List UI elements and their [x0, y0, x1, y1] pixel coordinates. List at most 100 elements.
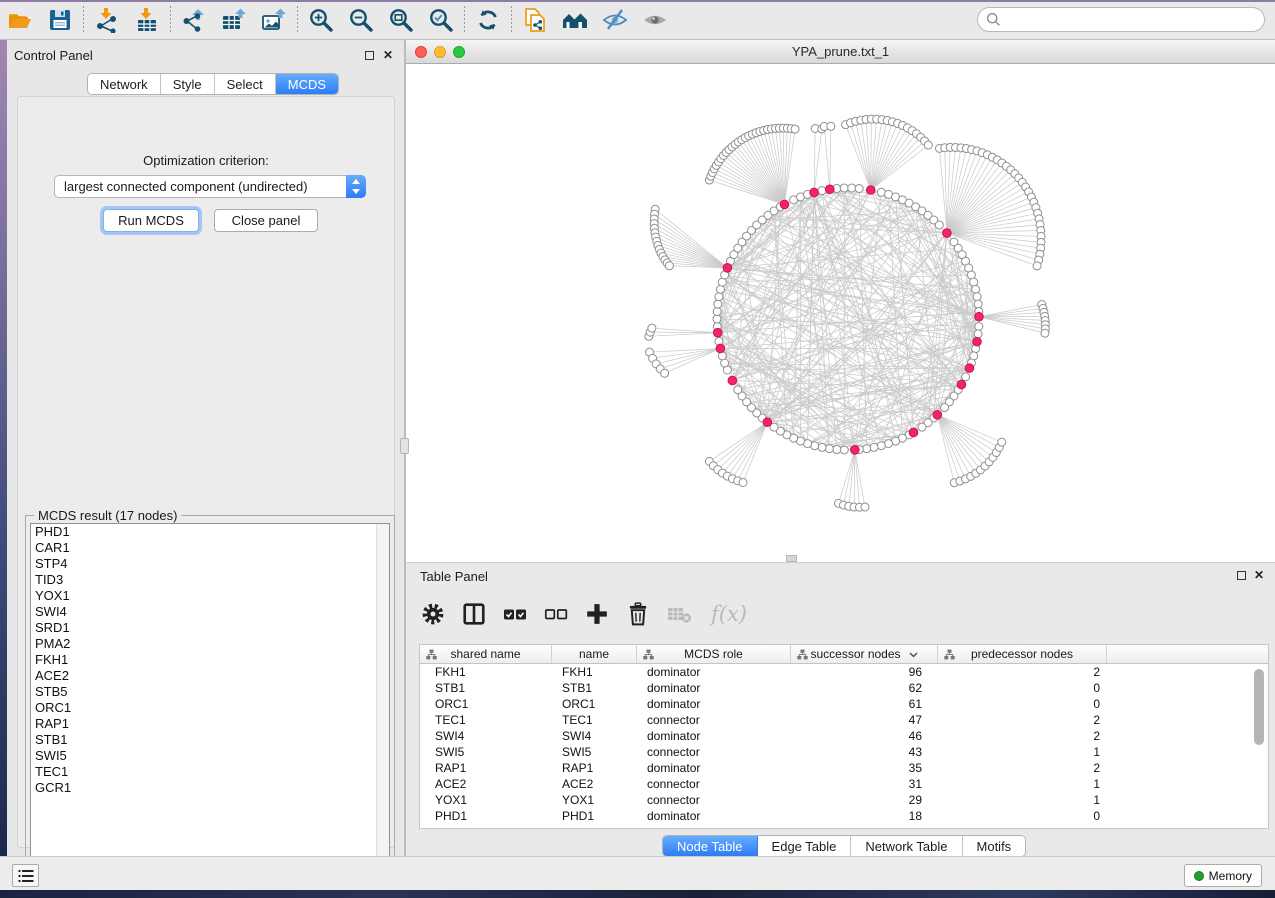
zoom-out-icon[interactable]	[341, 3, 381, 37]
table-cell[interactable]: SWI4	[420, 729, 552, 743]
tab-network[interactable]: Network	[88, 74, 161, 94]
table-cell[interactable]: STB1	[420, 681, 552, 695]
select-all-icon[interactable]	[502, 601, 528, 627]
criterion-select[interactable]: largest connected component (undirected)	[54, 175, 366, 198]
table-cell[interactable]: dominator	[637, 761, 791, 775]
column-header-name[interactable]: name	[552, 645, 637, 663]
mcds-result-item[interactable]: STB5	[31, 684, 389, 700]
tab-mcds[interactable]: MCDS	[276, 74, 338, 94]
gear-icon[interactable]	[420, 601, 446, 627]
table-cell[interactable]: ORC1	[420, 697, 552, 711]
tab-edge-table[interactable]: Edge Table	[758, 836, 852, 856]
first-neighbors-icon[interactable]	[555, 3, 595, 37]
table-cell[interactable]: SWI4	[552, 729, 637, 743]
table-cell[interactable]: 47	[791, 713, 938, 727]
zoom-fit-icon[interactable]	[381, 3, 421, 37]
float-table-panel-icon[interactable]	[1237, 571, 1246, 580]
table-cell[interactable]: 96	[791, 665, 938, 679]
mcds-result-item[interactable]: ACE2	[31, 668, 389, 684]
table-cell[interactable]: TEC1	[420, 713, 552, 727]
table-cell[interactable]: 0	[938, 809, 1107, 823]
table-cell[interactable]: 1	[938, 793, 1107, 807]
open-folder-icon[interactable]	[0, 3, 40, 37]
table-cell[interactable]: 2	[938, 761, 1107, 775]
table-cell[interactable]: 43	[791, 745, 938, 759]
save-icon[interactable]	[40, 3, 80, 37]
mcds-result-item[interactable]: STB1	[31, 732, 389, 748]
tab-motifs[interactable]: Motifs	[963, 836, 1026, 856]
column-header-predecessor-nodes[interactable]: predecessor nodes	[938, 645, 1107, 663]
table-row[interactable]: PHD1PHD1dominator180	[420, 808, 1268, 824]
delete-icon[interactable]	[625, 601, 651, 627]
mcds-result-item[interactable]: GCR1	[31, 780, 389, 796]
table-cell[interactable]: PHD1	[552, 809, 637, 823]
mcds-result-item[interactable]: STP4	[31, 556, 389, 572]
table-cell[interactable]: 0	[938, 681, 1107, 695]
mcds-result-item[interactable]: YOX1	[31, 588, 389, 604]
tab-select[interactable]: Select	[215, 74, 276, 94]
mcds-result-item[interactable]: PHD1	[31, 524, 389, 540]
mcds-result-item[interactable]: ORC1	[31, 700, 389, 716]
mcds-result-item[interactable]: RAP1	[31, 716, 389, 732]
zoom-selected-icon[interactable]	[421, 3, 461, 37]
export-image-icon[interactable]	[254, 3, 294, 37]
table-cell[interactable]: FKH1	[552, 665, 637, 679]
network-canvas[interactable]	[406, 64, 1275, 562]
table-scrollbar[interactable]	[1253, 667, 1266, 827]
table-row[interactable]: TEC1TEC1connector472	[420, 712, 1268, 728]
close-panel-icon[interactable]: ✕	[383, 49, 393, 61]
table-row[interactable]: YOX1YOX1connector291	[420, 792, 1268, 808]
hide-selected-icon[interactable]	[595, 3, 635, 37]
table-cell[interactable]: 46	[791, 729, 938, 743]
table-cell[interactable]: connector	[637, 745, 791, 759]
table-cell[interactable]: ACE2	[420, 777, 552, 791]
close-table-panel-icon[interactable]: ✕	[1254, 569, 1264, 581]
show-all-icon[interactable]	[635, 3, 675, 37]
task-history-button[interactable]	[12, 864, 39, 887]
memory-button[interactable]: Memory	[1184, 864, 1262, 887]
table-cell[interactable]: dominator	[637, 665, 791, 679]
mcds-result-item[interactable]: TID3	[31, 572, 389, 588]
table-cell[interactable]: 1	[938, 745, 1107, 759]
table-cell[interactable]: dominator	[637, 697, 791, 711]
table-cell[interactable]: dominator	[637, 809, 791, 823]
table-cell[interactable]: TEC1	[552, 713, 637, 727]
close-panel-button[interactable]: Close panel	[214, 209, 318, 232]
table-cell[interactable]: 0	[938, 697, 1107, 711]
import-network-icon[interactable]	[87, 3, 127, 37]
refresh-icon[interactable]	[468, 3, 508, 37]
mcds-result-item[interactable]: SRD1	[31, 620, 389, 636]
horizontal-splitter-handle[interactable]	[786, 555, 797, 562]
mcds-result-item[interactable]: CAR1	[31, 540, 389, 556]
tab-node-table[interactable]: Node Table	[663, 836, 758, 856]
column-header-successor-nodes[interactable]: successor nodes	[791, 645, 938, 663]
search-input[interactable]	[977, 7, 1265, 32]
table-cell[interactable]: connector	[637, 713, 791, 727]
table-row[interactable]: STB1STB1dominator620	[420, 680, 1268, 696]
table-cell[interactable]: 35	[791, 761, 938, 775]
add-icon[interactable]	[584, 601, 610, 627]
table-cell[interactable]: 2	[938, 713, 1107, 727]
table-cell[interactable]: FKH1	[420, 665, 552, 679]
export-table-icon[interactable]	[214, 3, 254, 37]
table-row[interactable]: SWI5SWI5connector431	[420, 744, 1268, 760]
table-cell[interactable]: 29	[791, 793, 938, 807]
table-cell[interactable]: 61	[791, 697, 938, 711]
run-mcds-button[interactable]: Run MCDS	[103, 209, 199, 232]
table-cell[interactable]: ACE2	[552, 777, 637, 791]
table-cell[interactable]: RAP1	[420, 761, 552, 775]
vertical-splitter-handle[interactable]	[400, 438, 409, 454]
table-row[interactable]: SWI4SWI4dominator462	[420, 728, 1268, 744]
table-cell[interactable]: 1	[938, 777, 1107, 791]
table-cell[interactable]: 31	[791, 777, 938, 791]
table-cell[interactable]: 62	[791, 681, 938, 695]
table-scrollbar-thumb[interactable]	[1254, 669, 1264, 745]
import-table-icon[interactable]	[127, 3, 167, 37]
table-cell[interactable]: connector	[637, 793, 791, 807]
column-header-shared-name[interactable]: shared name	[420, 645, 552, 663]
table-cell[interactable]: connector	[637, 777, 791, 791]
tab-style[interactable]: Style	[161, 74, 215, 94]
table-cell[interactable]: YOX1	[420, 793, 552, 807]
clone-network-icon[interactable]	[515, 3, 555, 37]
column-header-mcds-role[interactable]: MCDS role	[637, 645, 791, 663]
